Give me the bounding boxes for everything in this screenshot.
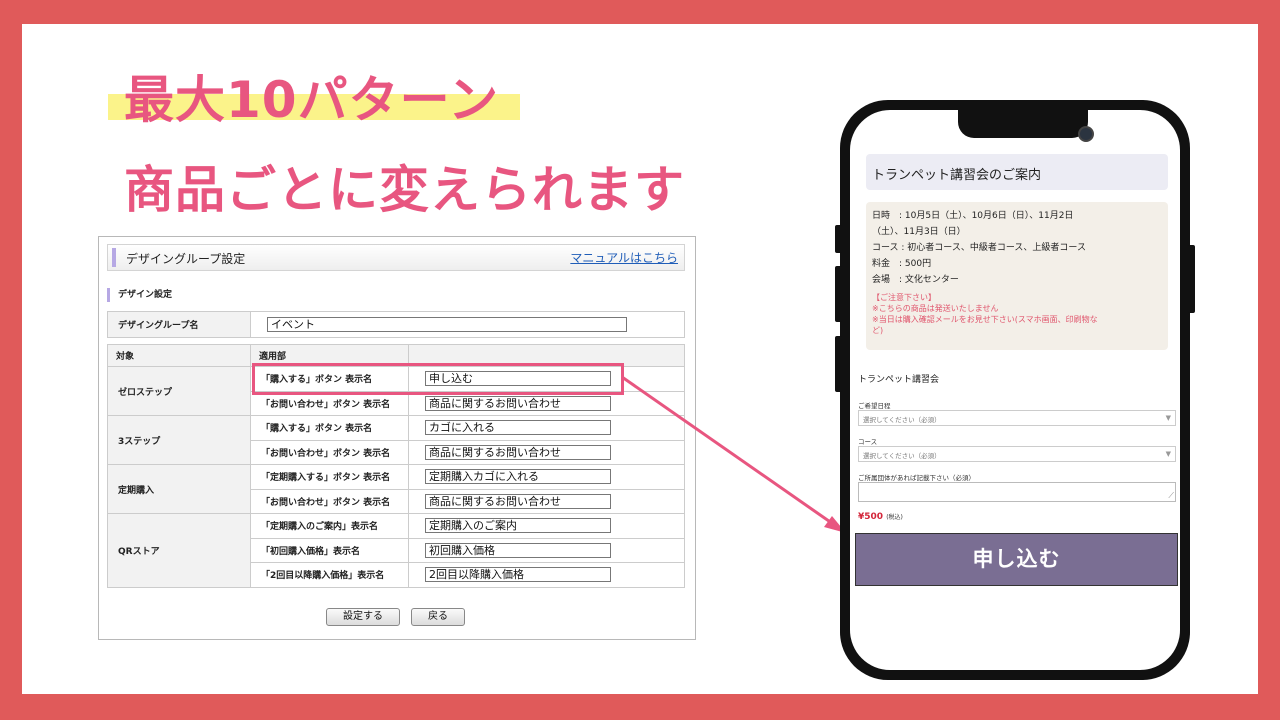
info-line: （土）、11月3日（日） bbox=[872, 227, 966, 237]
row-label: 「購入する」ボタン 表示名 bbox=[250, 415, 409, 441]
manual-link[interactable]: マニュアルはこちら bbox=[570, 249, 678, 266]
design-group-settings-panel: デザイングループ設定 マニュアルはこちら デザイン設定 デザイングループ名 イベ… bbox=[98, 236, 696, 640]
headline-line-2: 商品ごとに変えられます bbox=[124, 161, 685, 219]
row-label: 「定期購入のご案内」表示名 bbox=[250, 513, 409, 539]
table-row: 3ステップ 「購入する」ボタン 表示名 カゴに入れる bbox=[107, 415, 685, 465]
course-select[interactable]: 選択してください（必須） ▼ bbox=[858, 446, 1176, 462]
headline-line-1: 最大10パターン bbox=[124, 71, 500, 129]
save-button[interactable]: 設定する bbox=[326, 608, 400, 626]
row-label: 「お問い合わせ」ボタン 表示名 bbox=[250, 439, 409, 465]
group-name-label: デザイングループ名 bbox=[107, 311, 251, 338]
col-header-target: 対象 bbox=[107, 344, 251, 367]
price: ¥500 (税込) bbox=[858, 512, 903, 522]
group-zero-step: ゼロステップ bbox=[107, 366, 251, 416]
label-input[interactable]: 商品に関するお問い合わせ bbox=[425, 444, 611, 460]
group-name-cell: イベント bbox=[250, 311, 685, 338]
camera-icon bbox=[1078, 126, 1094, 142]
group-qr-store: QRストア bbox=[107, 513, 251, 588]
row-label: 「お問い合わせ」ボタン 表示名 bbox=[250, 488, 409, 514]
group-name-input[interactable]: イベント bbox=[267, 317, 627, 332]
label-input[interactable]: 初回購入価格 bbox=[425, 542, 611, 558]
highlight-callout-box bbox=[252, 363, 624, 395]
org-label: ご所属団体があれば記載下さい（必須） bbox=[858, 474, 975, 482]
price-value: ¥500 bbox=[858, 512, 884, 522]
resize-grip-icon: ⟋ bbox=[1168, 491, 1174, 500]
table-row: QRストア 「定期購入のご案内」表示名 定期購入のご案内 bbox=[107, 513, 685, 588]
group-subscription: 定期購入 bbox=[107, 464, 251, 514]
phone-side-button bbox=[835, 266, 842, 322]
event-info-box: 日時 : 10月5日（土）、10月6日（日）、11月2日 （土）、11月3日（日… bbox=[866, 202, 1168, 350]
phone-mockup: トランペット講習会のご案内 日時 : 10月5日（土）、10月6日（日）、11月… bbox=[835, 100, 1195, 680]
phone-screen: トランペット講習会のご案内 日時 : 10月5日（土）、10月6日（日）、11月… bbox=[850, 110, 1180, 670]
label-input[interactable]: 商品に関するお問い合わせ bbox=[425, 395, 611, 411]
course-select-placeholder: 選択してください（必須） bbox=[863, 452, 941, 460]
info-line: 日時 : 10月5日（土）、10月6日（日）、11月2日 bbox=[872, 211, 1074, 221]
panel-title: デザイングループ設定 bbox=[126, 252, 246, 266]
info-line: 料金 : 500円 bbox=[872, 259, 932, 269]
table-row: 定期購入 「定期購入する」ボタン 表示名 定期購入カゴに入れる bbox=[107, 464, 685, 514]
date-select-placeholder: 選択してください（必須） bbox=[863, 416, 941, 424]
group-name-table: デザイングループ名 イベント bbox=[107, 311, 685, 338]
notice-line: ど) bbox=[872, 326, 884, 335]
row-label: 「定期購入する」ボタン 表示名 bbox=[250, 464, 409, 490]
date-label: ご希望日程 bbox=[858, 402, 891, 410]
label-input[interactable]: 商品に関するお問い合わせ bbox=[425, 493, 611, 509]
date-select[interactable]: 選択してください（必須） ▼ bbox=[858, 410, 1176, 426]
header-accent-bar bbox=[112, 248, 116, 267]
chevron-down-icon: ▼ bbox=[1165, 414, 1171, 422]
section-title: デザイン設定 bbox=[107, 288, 172, 302]
notice-line: ※当日は購入確認メールをお見せ下さい(スマホ画面、印刷物な bbox=[872, 315, 1098, 324]
notice-line: ※こちらの商品は発送いたしません bbox=[872, 304, 999, 313]
phone-power-button bbox=[1188, 245, 1195, 313]
phone-notch bbox=[958, 110, 1094, 142]
phone-side-button bbox=[835, 225, 842, 253]
row-label: 「初回購入価格」表示名 bbox=[250, 537, 409, 563]
chevron-down-icon: ▼ bbox=[1165, 450, 1171, 458]
course-label: コース bbox=[858, 438, 878, 446]
org-textarea[interactable]: ⟋ bbox=[858, 482, 1176, 502]
price-tax-note: (税込) bbox=[886, 514, 903, 521]
panel-header: デザイングループ設定 マニュアルはこちら bbox=[107, 244, 685, 271]
label-input[interactable]: 2回目以降購入価格 bbox=[425, 567, 611, 583]
event-title: トランペット講習会のご案内 bbox=[866, 154, 1168, 190]
row-label: 「2回目以降購入価格」表示名 bbox=[250, 562, 409, 588]
form-title: トランペット講習会 bbox=[858, 375, 940, 385]
label-input[interactable]: カゴに入れる bbox=[425, 420, 611, 436]
phone-side-button bbox=[835, 336, 842, 392]
label-input[interactable]: 定期購入カゴに入れる bbox=[425, 469, 611, 485]
back-button[interactable]: 戻る bbox=[411, 608, 465, 626]
group-3-step: 3ステップ bbox=[107, 415, 251, 465]
label-input[interactable]: 定期購入のご案内 bbox=[425, 518, 611, 534]
apply-button[interactable]: 申し込む bbox=[855, 533, 1178, 586]
info-line: 会場 : 文化センター bbox=[872, 275, 959, 285]
notice-line: 【ご注意下さい】 bbox=[872, 293, 936, 302]
info-line: コース : 初心者コース、中級者コース、上級者コース bbox=[872, 243, 1086, 253]
